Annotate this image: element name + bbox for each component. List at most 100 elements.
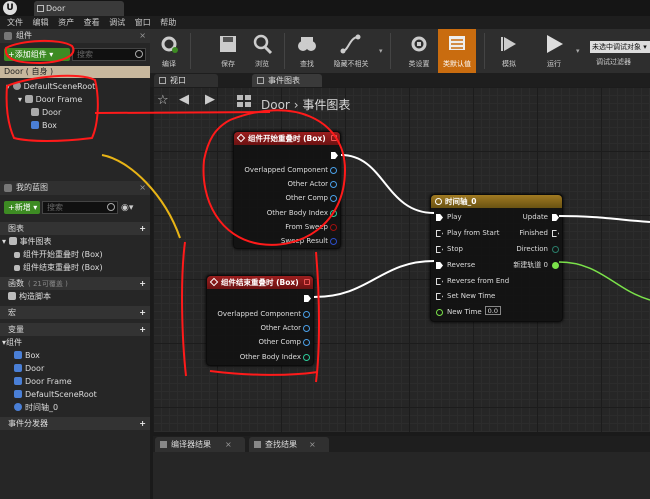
macros-category[interactable]: 宏 + — [0, 306, 150, 319]
component-door-frame[interactable]: ▾ Door Frame — [0, 94, 150, 106]
compile-button[interactable]: 编译 — [152, 29, 186, 73]
event-begin-overlap-item[interactable]: 组件开始重叠时 (Box) — [0, 249, 150, 261]
simulate-button[interactable]: 模拟 — [492, 29, 526, 73]
component-door[interactable]: Door — [0, 107, 150, 119]
star-icon[interactable]: ☆ — [157, 93, 169, 108]
tab-viewport[interactable]: 视口 — [154, 74, 218, 87]
variable-default-scene-root[interactable]: DefaultSceneRoot — [0, 389, 150, 401]
expand-arrow-icon[interactable]: ▾ — [2, 237, 6, 246]
graphs-category[interactable]: 图表 + — [0, 222, 150, 235]
float-pin-icon[interactable] — [436, 309, 443, 316]
add-icon[interactable]: + — [139, 323, 146, 336]
close-icon[interactable]: × — [309, 440, 316, 449]
tab-compiler-results[interactable]: 编译器结果 × — [155, 437, 245, 452]
expand-arrow-icon[interactable]: ▾ — [6, 82, 10, 91]
compiler-results-icon — [160, 441, 167, 448]
add-icon[interactable]: + — [139, 306, 146, 319]
tab-event-graph[interactable]: 事件图表 — [252, 74, 322, 87]
menu-window[interactable]: 窗口 — [135, 16, 151, 29]
integer-pin-icon[interactable] — [330, 210, 337, 217]
save-button[interactable]: 保存 — [212, 29, 244, 73]
exec-out-pin-icon[interactable] — [552, 214, 559, 221]
functions-category[interactable]: 函数 ( 21可覆盖 ) + — [0, 277, 150, 290]
object-pin-icon[interactable] — [330, 167, 337, 174]
delegate-pin-icon[interactable] — [331, 135, 337, 141]
event-end-overlap-item[interactable]: 组件结束重叠时 (Box) — [0, 262, 150, 274]
variable-door-frame[interactable]: Door Frame — [0, 376, 150, 388]
menu-view[interactable]: 查看 — [84, 16, 100, 29]
variable-door[interactable]: Door — [0, 363, 150, 375]
breadcrumb-root[interactable]: Door — [261, 98, 290, 112]
object-pin-icon[interactable] — [330, 195, 337, 202]
exec-in-pin-icon[interactable] — [436, 293, 443, 300]
play-button[interactable]: 运行 — [536, 29, 572, 73]
components-group[interactable]: ▾组件 — [0, 337, 150, 349]
document-tab[interactable]: Door — [34, 1, 124, 16]
variable-timeline[interactable]: 时间轴_0 — [0, 402, 150, 414]
component-self[interactable]: Door ( 自身 ) — [0, 66, 150, 78]
back-arrow-icon[interactable]: ◀ — [179, 92, 189, 107]
object-pin-icon[interactable] — [303, 339, 310, 346]
object-pin-icon[interactable] — [303, 311, 310, 318]
exec-out-pin-icon[interactable] — [304, 295, 311, 302]
eye-icon[interactable]: ◉▾ — [121, 203, 133, 213]
close-icon[interactable]: × — [139, 29, 146, 43]
exec-out-pin-icon[interactable] — [552, 230, 559, 237]
exec-in-pin-icon[interactable] — [436, 214, 443, 221]
node-header[interactable]: 组件开始重叠时 (Box) — [234, 132, 340, 145]
add-icon[interactable]: + — [139, 277, 146, 290]
node-header[interactable]: 组件结束重叠时 (Box) — [207, 276, 313, 289]
exec-in-pin-icon[interactable] — [436, 230, 443, 237]
add-icon[interactable]: + — [139, 417, 146, 430]
menu-file[interactable]: 文件 — [7, 16, 23, 29]
class-settings-button[interactable]: 类设置 — [402, 29, 436, 73]
event-dispatchers-category[interactable]: 事件分发器 + — [0, 417, 150, 430]
exec-in-pin-icon[interactable] — [436, 246, 443, 253]
object-pin-icon[interactable] — [330, 181, 337, 188]
close-icon[interactable]: × — [139, 181, 146, 195]
variable-box[interactable]: Box — [0, 350, 150, 362]
delegate-pin-icon[interactable] — [304, 279, 310, 285]
close-icon[interactable]: × — [225, 440, 232, 449]
add-component-button[interactable]: +添加组件 ▾ — [4, 48, 70, 61]
blueprint-search-input[interactable]: 搜索 — [42, 201, 118, 214]
expand-arrow-icon[interactable]: ▾ — [18, 95, 22, 104]
new-button[interactable]: +新增 ▾ — [4, 201, 40, 214]
menu-help[interactable]: 帮助 — [160, 16, 176, 29]
debug-object-select[interactable]: 未选中调试对象 ▾ — [590, 41, 650, 53]
chevron-down-icon[interactable]: ▾ — [576, 47, 580, 55]
event-graph-item[interactable]: ▾ 事件图表 — [0, 236, 150, 248]
node-begin-overlap[interactable]: 组件开始重叠时 (Box) Overlapped Component Other… — [233, 131, 341, 249]
component-box[interactable]: Box — [0, 120, 150, 132]
exec-in-pin-icon[interactable] — [436, 262, 443, 269]
components-search-input[interactable]: 搜索 — [72, 48, 146, 61]
menu-edit[interactable]: 编辑 — [33, 16, 49, 29]
node-timeline[interactable]: 时间轴_0 Play Play from Start Stop Reverse … — [430, 194, 563, 322]
menu-asset[interactable]: 资产 — [58, 16, 74, 29]
binoculars-icon — [298, 37, 316, 51]
new-time-input[interactable]: 0.0 — [484, 306, 501, 315]
class-defaults-button[interactable]: 类默认值 — [438, 29, 476, 73]
browse-button[interactable]: 浏览 — [246, 29, 278, 73]
graph-canvas[interactable] — [153, 87, 650, 432]
exec-in-pin-icon[interactable] — [436, 278, 443, 285]
exec-out-pin-icon[interactable] — [331, 152, 338, 159]
menu-debug[interactable]: 调试 — [109, 16, 125, 29]
construction-script-item[interactable]: 构造脚本 — [0, 291, 150, 303]
variables-category[interactable]: 变量 + — [0, 323, 150, 336]
integer-pin-icon[interactable] — [303, 354, 310, 361]
chevron-down-icon[interactable]: ▾ — [379, 47, 383, 55]
hide-unrelated-button[interactable]: 隐藏不相关 — [326, 29, 376, 73]
object-pin-icon[interactable] — [303, 325, 310, 332]
bool-pin-icon[interactable] — [330, 224, 337, 231]
tab-find-results[interactable]: 查找结果 × — [249, 437, 329, 452]
add-icon[interactable]: + — [139, 222, 146, 235]
struct-pin-icon[interactable] — [330, 238, 337, 245]
component-default-scene-root[interactable]: ▾ DefaultSceneRoot — [0, 81, 150, 93]
float-pin-icon[interactable] — [552, 262, 559, 269]
find-button[interactable]: 查找 — [290, 29, 324, 73]
forward-arrow-icon[interactable]: ▶ — [205, 92, 215, 107]
node-header[interactable]: 时间轴_0 — [431, 195, 562, 208]
enum-pin-icon[interactable] — [552, 246, 559, 253]
node-end-overlap[interactable]: 组件结束重叠时 (Box) Overlapped Component Other… — [206, 275, 314, 366]
